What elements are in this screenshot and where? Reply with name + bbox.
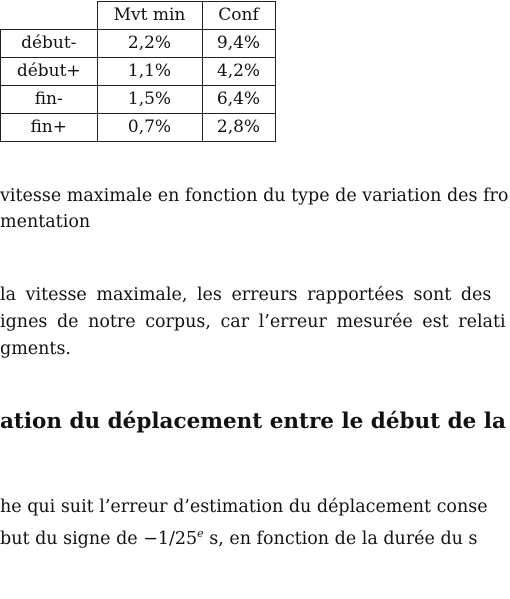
table-header-mvt-min: Mvt min	[96, 1, 203, 30]
document-page: Mvt min Conf début- 2,2% 9,4% début+ 1,1…	[0, 0, 510, 599]
table-row: début+ 1,1% 4,2%	[0, 57, 276, 86]
table-cell-conf: 9,4%	[201, 29, 276, 58]
table-header-row: Mvt min Conf	[0, 1, 276, 30]
table-cell-mvt-min: 1,5%	[96, 85, 203, 114]
table-row-label: début-	[0, 29, 98, 58]
paragraph-line-1: la vitesse maximale, les erreurs rapport…	[0, 285, 492, 305]
table-cell-conf: 6,4%	[201, 85, 276, 114]
section-heading: ation du déplacement entre le début de l…	[0, 409, 510, 434]
paragraph-line-2: ignes de notre corpus, car l’erreur mesu…	[0, 312, 506, 332]
table-cell-conf: 4,2%	[201, 57, 276, 86]
table-cell-mvt-min: 2,2%	[96, 29, 203, 58]
table-caption-line-2: mentation	[0, 212, 91, 232]
table-row-label: début+	[0, 57, 98, 86]
table-header-empty	[0, 1, 98, 30]
table-row: début- 2,2% 9,4%	[0, 29, 276, 58]
results-table: Mvt min Conf début- 2,2% 9,4% début+ 1,1…	[0, 1, 276, 142]
table-row: fin- 1,5% 6,4%	[0, 85, 276, 114]
table-cell-conf: 2,8%	[201, 113, 276, 142]
paragraph-2-line-2: but du signe de −1/25e s, en fonction de…	[0, 523, 477, 550]
paragraph-line-3: gments.	[0, 339, 71, 359]
table-header-conf: Conf	[201, 1, 276, 30]
paragraph-2-line-1: he qui suit l’erreur d’estimation du dép…	[0, 497, 488, 517]
table-row-label: fin+	[0, 113, 98, 142]
table-cell-mvt-min: 1,1%	[96, 57, 203, 86]
table-row: fin+ 0,7% 2,8%	[0, 113, 276, 142]
table-cell-mvt-min: 0,7%	[96, 113, 203, 142]
paragraph-2-line-2-pre: but du signe de −1/25	[0, 528, 198, 549]
table-caption-line-1: vitesse maximale en fonction du type de …	[0, 186, 509, 206]
results-table-container: Mvt min Conf début- 2,2% 9,4% début+ 1,1…	[0, 1, 276, 142]
table-row-label: fin-	[0, 85, 98, 114]
paragraph-2-line-2-post: s, en fonction de la durée du s	[203, 528, 478, 549]
